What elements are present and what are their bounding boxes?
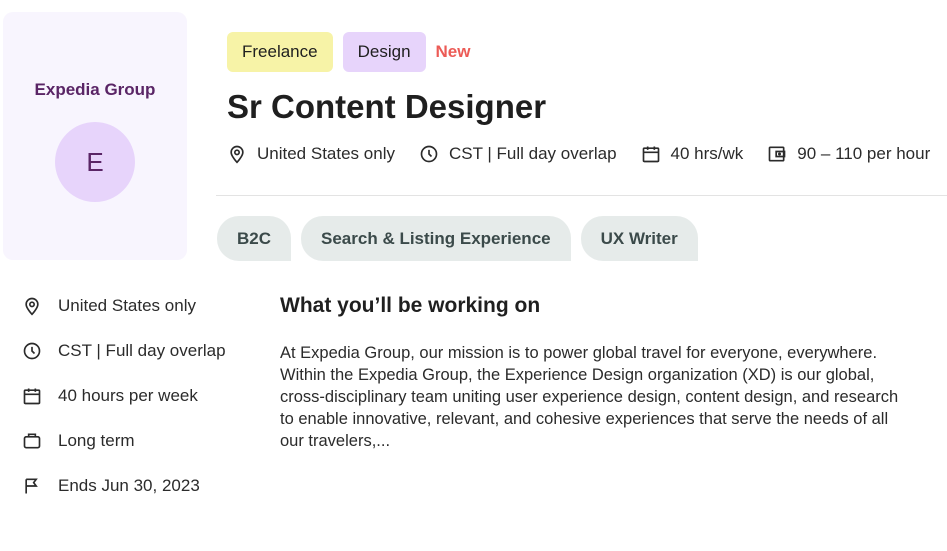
company-avatar: E: [55, 122, 135, 202]
skill-chip[interactable]: B2C: [217, 216, 292, 261]
company-card[interactable]: Expedia Group E: [3, 12, 187, 260]
detail-timezone-label: CST | Full day overlap: [58, 340, 226, 360]
detail-hours-label: 40 hours per week: [58, 385, 198, 405]
meta-hours: 40 hrs/wk: [641, 144, 744, 164]
briefcase-icon: [23, 433, 41, 448]
skill-chips: B2C Search & Listing Experience UX Write…: [217, 216, 708, 261]
divider: [216, 195, 947, 196]
meta-location-label: United States only: [257, 144, 395, 163]
clock-icon: [420, 145, 438, 163]
detail-timezone: CST | Full day overlap: [22, 337, 226, 364]
design-tag: Design: [342, 32, 426, 72]
map-pin-icon: [230, 145, 244, 164]
job-tags: Freelance Design New: [227, 32, 471, 72]
map-pin-icon: [25, 297, 39, 316]
company-name: Expedia Group: [34, 80, 156, 99]
meta-hours-label: 40 hrs/wk: [670, 144, 744, 163]
skill-chip[interactable]: Search & Listing Experience: [301, 216, 571, 261]
meta-rate: 90 – 110 per hour: [767, 144, 930, 164]
job-meta-row: United States only CST | Full day overla…: [227, 140, 930, 168]
job-title: Sr Content Designer: [227, 88, 547, 125]
skill-chip[interactable]: UX Writer: [580, 216, 698, 261]
detail-location-label: United States only: [58, 295, 196, 315]
meta-rate-label: 90 – 110 per hour: [797, 144, 931, 163]
detail-ends-label: Ends Jun 30, 2023: [58, 475, 200, 495]
detail-duration-label: Long term: [58, 430, 135, 450]
flag-icon: [25, 478, 38, 493]
meta-timezone-label: CST | Full day overlap: [448, 144, 617, 163]
clock-icon: [23, 342, 41, 359]
detail-hours: 40 hours per week: [22, 382, 226, 409]
detail-location: United States only: [22, 292, 226, 319]
freelance-tag: Freelance: [227, 32, 333, 72]
meta-timezone: CST | Full day overlap: [419, 144, 617, 164]
calendar-icon: [642, 146, 659, 163]
detail-ends: Ends Jun 30, 2023: [22, 472, 226, 499]
detail-duration: Long term: [22, 427, 226, 454]
calendar-icon: [23, 388, 41, 404]
job-description: At Expedia Group, our mission is to powe…: [280, 344, 899, 450]
job-details-list: United States only CST | Full day overla…: [22, 292, 226, 517]
section-title: What you’ll be working on: [280, 294, 541, 317]
new-badge: New: [435, 42, 471, 61]
meta-location: United States only: [227, 144, 395, 164]
wallet-icon: [768, 146, 786, 162]
